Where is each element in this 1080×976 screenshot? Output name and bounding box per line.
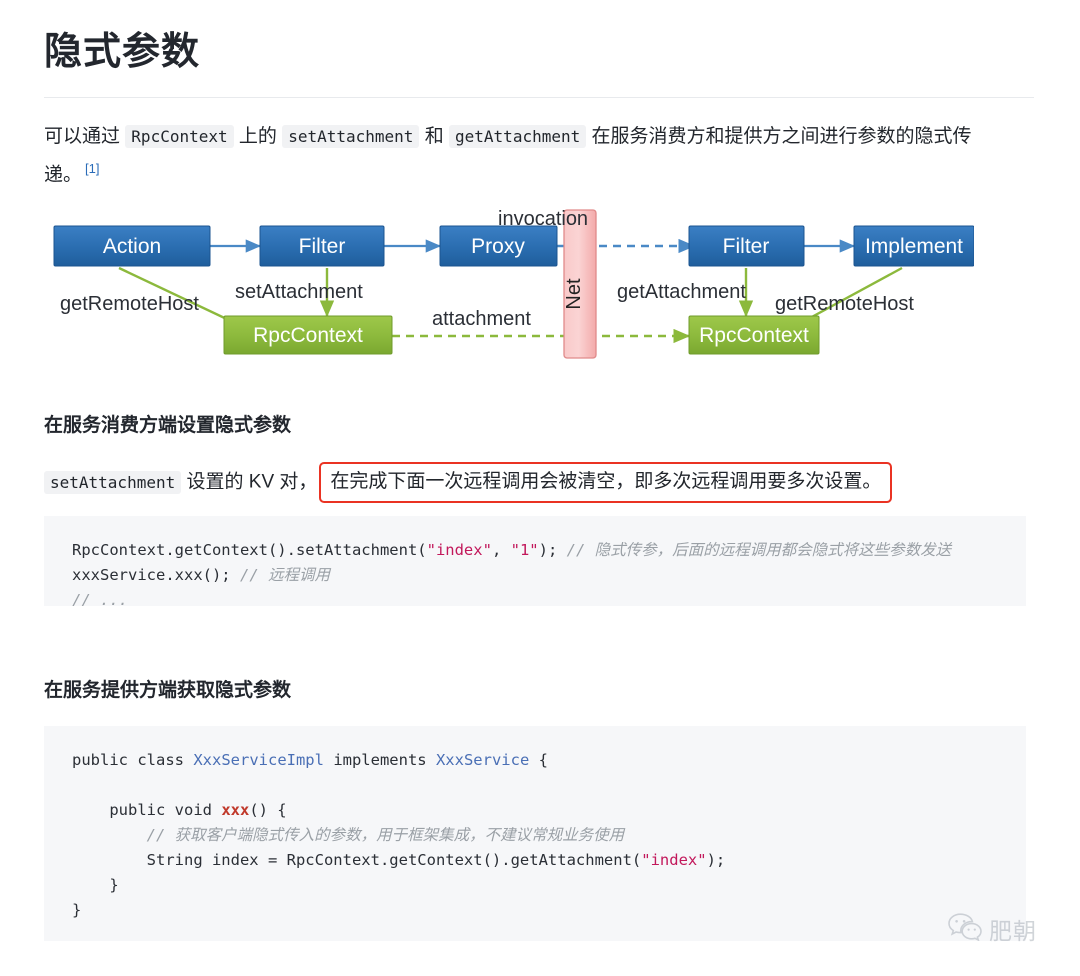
code1-line1-str1: "index": [426, 541, 492, 559]
page-title: 隐式参数: [44, 31, 201, 73]
footnote-link-1[interactable]: [1]: [85, 161, 99, 176]
code1-line1-str2: "1": [510, 541, 539, 559]
diagram-node-proxy-label: Proxy: [471, 235, 525, 258]
diagram-node-rpccontext-left-label: RpcContext: [253, 324, 363, 347]
code1-line1-c: );: [538, 541, 567, 559]
red-highlight-callout: 在完成下面一次远程调用会被清空，即多次远程调用要多次设置。: [319, 462, 893, 503]
inline-code-setattachment-note: setAttachment: [44, 470, 182, 494]
code2-l1-c: {: [529, 751, 548, 769]
code2-l3-b: () {: [249, 801, 287, 819]
code-block-provider: public class XxxServiceImpl implements X…: [44, 726, 1026, 941]
inline-code-setattachment: setAttachment: [282, 125, 420, 148]
diagram-label-attachment: attachment: [432, 308, 531, 330]
diagram-label-invocation: invocation: [498, 208, 588, 230]
intro-text-1: 可以通过: [44, 126, 121, 147]
diagram-node-net-label: Net: [563, 278, 585, 310]
intro-text-3: 和: [424, 126, 444, 147]
section-heading-provider: 在服务提供方端获取隐式参数: [44, 680, 292, 701]
section-heading-consumer: 在服务消费方端设置隐式参数: [44, 415, 292, 436]
code1-line1-comment: // 隐式传参，后面的远程调用都会隐式将这些参数发送: [566, 541, 952, 559]
code2-l1-a: public class: [72, 751, 194, 769]
intro-paragraph: 可以通过 RpcContext 上的 setAttachment 和 getAt…: [44, 121, 1054, 191]
code2-l5-str: "index": [641, 851, 707, 869]
code-block-consumer: RpcContext.getContext().setAttachment("i…: [44, 516, 1026, 606]
intro-text-5: 递。: [44, 164, 83, 186]
code2-l1-type2: XxxService: [435, 751, 530, 769]
diagram-node-rpccontext-right-label: RpcContext: [699, 324, 809, 347]
diagram-node-implement-label: Implement: [865, 235, 963, 258]
inline-code-getattachment: getAttachment: [449, 125, 587, 148]
diagram-node-action-label: Action: [103, 235, 161, 258]
note-text-before: 设置的 KV 对，: [186, 471, 318, 493]
code2-l6: }: [72, 876, 119, 894]
code2-l5-a: String index = RpcContext.getContext().g…: [72, 851, 642, 869]
code1-line1-b: ,: [491, 541, 511, 559]
code1-line2-comment: // 远程调用: [239, 566, 330, 584]
intro-text-2: 上的: [238, 126, 277, 147]
setattachment-note: setAttachment 设置的 KV 对， 在完成下面一次远程调用会被清空，即…: [44, 462, 893, 503]
diagram-label-getattachment: getAttachment: [617, 281, 746, 303]
code2-l5-b: );: [706, 851, 726, 869]
diagram-node-filter-left-label: Filter: [299, 235, 346, 258]
diagram-label-getremotehost-right: getRemoteHost: [775, 293, 914, 315]
inline-code-rpccontext: RpcContext: [125, 125, 234, 148]
code2-l4-comment: // 获取客户端隐式传入的参数，用于框架集成，不建议常规业务使用: [72, 826, 625, 844]
code1-line2-a: xxxService.xxx();: [72, 566, 240, 584]
diagram-label-setattachment: setAttachment: [235, 281, 363, 303]
code2-l3-a: public void: [72, 801, 222, 819]
title-divider: [44, 97, 1034, 98]
code2-l1-b: implements: [323, 751, 436, 769]
watermark: 肥朝: [948, 912, 1037, 946]
diagram-node-filter-right-label: Filter: [723, 235, 770, 258]
diagram-label-getremotehost-left: getRemoteHost: [60, 293, 199, 315]
code2-l7: }: [72, 901, 82, 919]
document-page: 隐式参数 可以通过 RpcContext 上的 setAttachment 和 …: [0, 0, 1080, 976]
code2-l1-type1: XxxServiceImpl: [193, 751, 324, 769]
code1-line1-a: RpcContext.getContext().setAttachment(: [72, 541, 427, 559]
architecture-diagram: Net Action Filter Proxy Filter Implement…: [44, 198, 974, 368]
code2-l3-fn: xxx: [221, 801, 250, 819]
watermark-text: 肥朝: [989, 918, 1037, 944]
code1-line3-comment: // ...: [72, 591, 128, 606]
intro-text-4: 在服务消费方和提供方之间进行参数的隐式传: [591, 126, 972, 147]
wechat-icon: [948, 912, 982, 946]
